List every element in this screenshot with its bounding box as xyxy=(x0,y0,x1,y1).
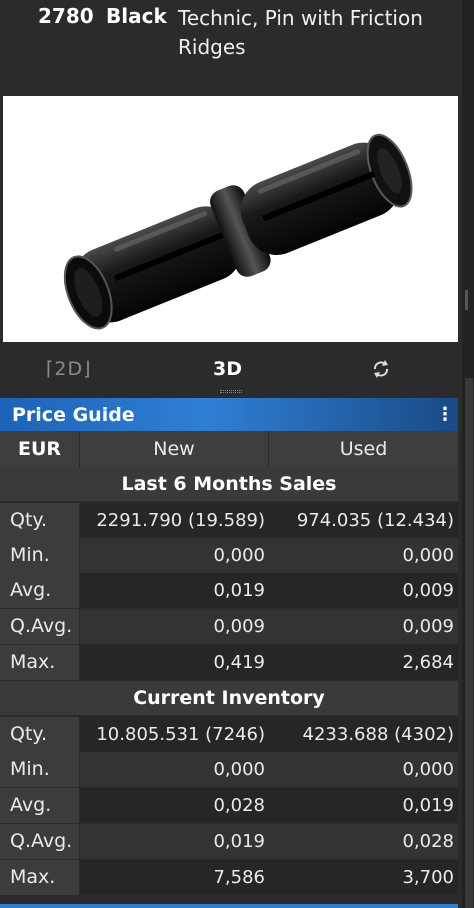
used-value: 0,028 xyxy=(269,824,458,859)
item-number: 2780 xyxy=(38,4,94,28)
used-value: 3,700 xyxy=(269,860,458,895)
item-name: Technic, Pin with Friction Ridges xyxy=(178,6,423,59)
new-value: 0,419 xyxy=(80,645,269,680)
table-row: Avg. 0,028 0,019 xyxy=(0,788,458,823)
price-guide-title: Price Guide xyxy=(12,404,135,426)
row-label: Qty. xyxy=(0,717,80,752)
row-label: Max. xyxy=(0,645,80,680)
resize-grip[interactable] xyxy=(220,390,242,393)
rotate-icon[interactable] xyxy=(370,358,392,380)
section-current-inventory: Current Inventory xyxy=(0,681,458,715)
used-value: 974.035 (12.434) xyxy=(269,503,458,538)
used-value: 0,009 xyxy=(269,573,458,608)
row-label: Qty. xyxy=(0,503,80,538)
new-value: 0,000 xyxy=(80,538,269,573)
new-value: 7,586 xyxy=(80,860,269,895)
bottom-accent-bar xyxy=(0,904,458,908)
table-row: Min. 0,000 0,000 xyxy=(0,538,458,573)
new-value: 0,009 xyxy=(80,609,269,644)
row-label: Q.Avg. xyxy=(0,824,80,859)
row-label: Avg. xyxy=(0,788,80,823)
row-label: Max. xyxy=(0,860,80,895)
table-row: Q.Avg. 0,009 0,009 xyxy=(0,609,458,644)
used-value: 0,009 xyxy=(269,609,458,644)
new-value: 0,028 xyxy=(80,788,269,823)
used-value: 2,684 xyxy=(269,645,458,680)
more-menu-icon[interactable]: ⋮ xyxy=(436,404,454,425)
used-value: 0,019 xyxy=(269,788,458,823)
view-toggle-row: ⌈2D⌋ 3D xyxy=(0,342,462,394)
scrollbar-thumb-upper[interactable] xyxy=(465,290,468,310)
price-table-header: EUR New Used xyxy=(0,431,458,467)
row-label: Min. xyxy=(0,752,80,787)
view-3d-button[interactable]: 3D xyxy=(213,358,242,380)
section-last-6-months: Last 6 Months Sales xyxy=(0,467,458,501)
row-label: Min. xyxy=(0,538,80,573)
table-row: Avg. 0,019 0,009 xyxy=(0,573,458,608)
part-header: 2780 Black Technic, Pin with Friction Ri… xyxy=(0,0,462,96)
used-value: 0,000 xyxy=(269,538,458,573)
new-value: 0,000 xyxy=(80,752,269,787)
new-column-header: New xyxy=(80,431,269,467)
scrollbar[interactable] xyxy=(462,0,474,908)
scrollbar-thumb-lower[interactable] xyxy=(465,378,473,908)
table-row: Q.Avg. 0,019 0,028 xyxy=(0,824,458,859)
used-value: 4233.688 (4302) xyxy=(269,717,458,752)
view-2d-button[interactable]: ⌈2D⌋ xyxy=(46,358,92,380)
used-value: 0,000 xyxy=(269,752,458,787)
part-image[interactable] xyxy=(3,96,458,342)
row-label: Q.Avg. xyxy=(0,609,80,644)
new-value: 0,019 xyxy=(80,824,269,859)
technic-pin-render xyxy=(63,133,413,330)
row-label: Avg. xyxy=(0,573,80,608)
table-row: Min. 0,000 0,000 xyxy=(0,752,458,787)
table-row: Qty. 2291.790 (19.589) 974.035 (12.434) xyxy=(0,503,458,538)
item-color: Black xyxy=(106,4,167,28)
table-row: Max. 7,586 3,700 xyxy=(0,860,458,895)
new-value: 2291.790 (19.589) xyxy=(80,503,269,538)
used-column-header: Used xyxy=(339,438,388,460)
new-value: 0,019 xyxy=(80,573,269,608)
currency-header[interactable]: EUR xyxy=(0,431,80,467)
price-guide-header: Price Guide ⋮ xyxy=(0,398,458,431)
table-row: Qty. 10.805.531 (7246) 4233.688 (4302) xyxy=(0,717,458,752)
new-value: 10.805.531 (7246) xyxy=(80,717,269,752)
table-row: Max. 0,419 2,684 xyxy=(0,645,458,680)
